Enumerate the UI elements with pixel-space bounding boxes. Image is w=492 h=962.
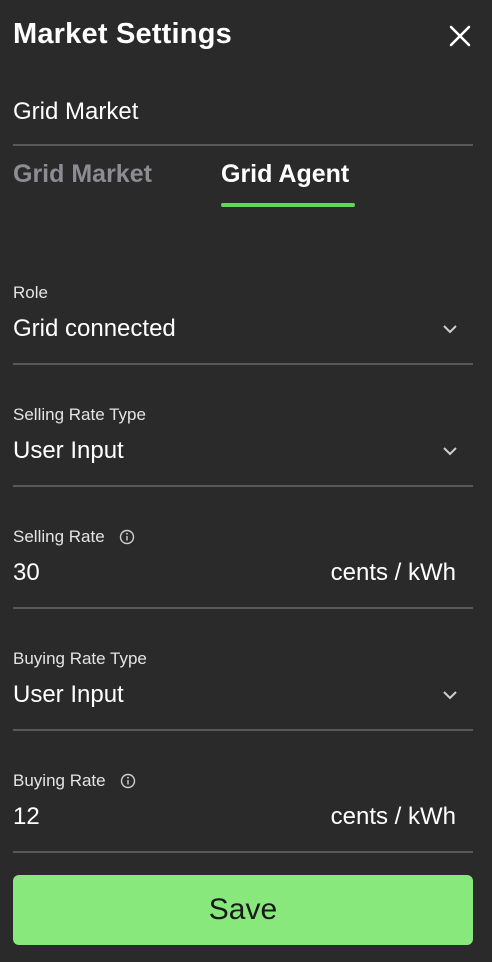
role-label: Role xyxy=(13,283,48,302)
info-icon[interactable] xyxy=(119,529,135,545)
market-name-field[interactable] xyxy=(13,94,473,146)
close-icon xyxy=(449,25,471,47)
buying-rate-field[interactable]: Buying Rate 12 cents / kWh xyxy=(13,771,473,853)
buying-rate-type-label: Buying Rate Type xyxy=(13,649,147,668)
buying-rate-value[interactable]: 12 xyxy=(13,803,40,831)
tab-grid-agent[interactable]: Grid Agent xyxy=(221,160,349,189)
tabs: Grid Market Grid Agent xyxy=(13,160,473,210)
save-button[interactable]: Save xyxy=(13,875,473,945)
role-value: Grid connected xyxy=(13,315,176,342)
panel-title: Market Settings xyxy=(13,18,232,50)
selling-rate-unit: cents / kWh xyxy=(330,559,456,586)
market-settings-panel: Market Settings Grid Market Grid Agent R… xyxy=(0,0,492,962)
market-name-input[interactable] xyxy=(13,98,473,126)
buying-rate-type-value: User Input xyxy=(13,681,124,708)
info-icon[interactable] xyxy=(120,773,136,789)
selling-rate-field[interactable]: Selling Rate 30 cents / kWh xyxy=(13,527,473,609)
selling-rate-label: Selling Rate xyxy=(13,527,105,546)
buying-rate-type-select[interactable]: Buying Rate Type User Input xyxy=(13,649,473,731)
tab-grid-market[interactable]: Grid Market xyxy=(13,160,152,189)
close-button[interactable] xyxy=(446,22,474,50)
selling-rate-type-value: User Input xyxy=(13,437,124,464)
chevron-down-icon xyxy=(443,325,457,334)
selling-rate-value[interactable]: 30 xyxy=(13,559,40,587)
chevron-down-icon xyxy=(443,447,457,456)
role-select[interactable]: Role Grid connected xyxy=(13,283,473,365)
buying-rate-unit: cents / kWh xyxy=(330,803,456,830)
selling-rate-type-select[interactable]: Selling Rate Type User Input xyxy=(13,405,473,487)
selling-rate-type-label: Selling Rate Type xyxy=(13,405,146,424)
chevron-down-icon xyxy=(443,691,457,700)
active-tab-indicator xyxy=(221,203,355,207)
buying-rate-label: Buying Rate xyxy=(13,771,106,790)
